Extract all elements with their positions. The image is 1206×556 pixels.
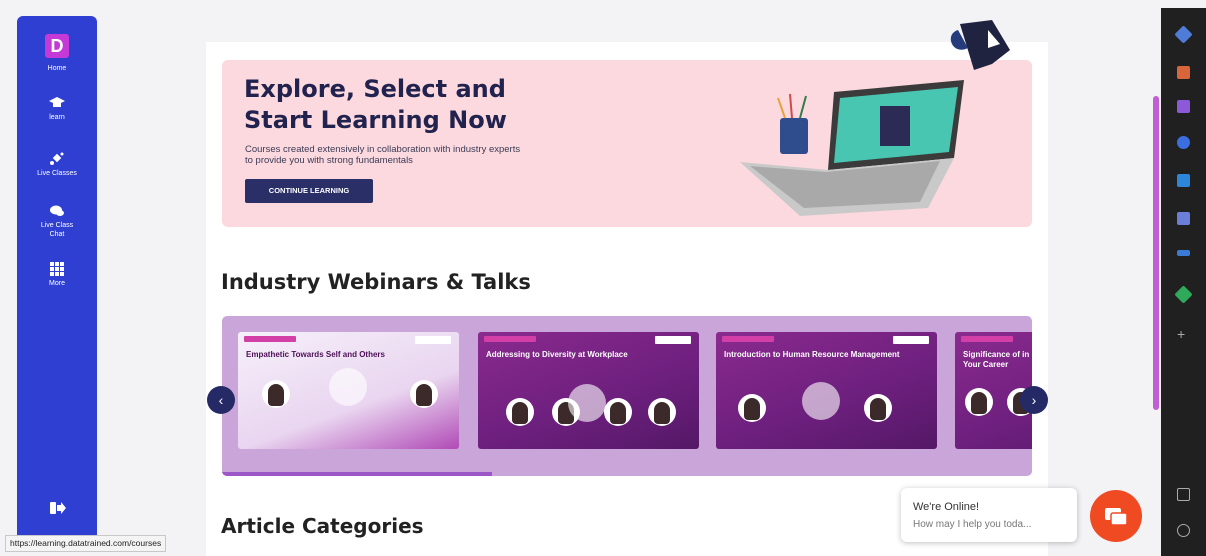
nav-item-label: learn <box>49 114 65 121</box>
play-icon[interactable] <box>329 368 367 406</box>
continue-learning-button[interactable]: CONTINUE LEARNING <box>245 179 373 203</box>
nav-item-more[interactable]: More <box>17 262 97 288</box>
webinar-card-title: Introduction to Human Resource Managemen… <box>724 350 900 359</box>
hero-title: Explore, Select and Start Learning Now <box>244 74 574 136</box>
chat-widget[interactable]: We're Online! How may I help you toda... <box>901 488 1077 542</box>
logout-icon[interactable] <box>50 501 66 515</box>
webinar-card[interactable]: Introduction to Human Resource Managemen… <box>716 332 937 449</box>
webinar-card[interactable]: Significance of in Your Career <box>955 332 1032 449</box>
speaker-avatar <box>648 398 676 426</box>
carousel-next-button[interactable]: › <box>1020 386 1048 414</box>
play-icon[interactable] <box>568 384 606 422</box>
webinar-card-title: Empathetic Towards Self and Others <box>246 350 385 359</box>
send-icon[interactable] <box>1177 250 1190 256</box>
nav-item-label: Live Class Chat <box>40 222 74 238</box>
nav-item-home[interactable]: Home <box>17 64 97 73</box>
hero-title-line1: Explore, Select and <box>244 75 506 103</box>
status-url: https://learning.datatrained.com/courses <box>5 535 167 552</box>
circle-app-icon[interactable] <box>1177 136 1190 149</box>
card-tag <box>244 336 296 342</box>
left-sidebar: D Home learn Live Classes Live Class Cha… <box>17 16 97 546</box>
speaker-avatar <box>965 388 993 416</box>
webinar-card-title: Addressing to Diversity at Workplace <box>486 350 628 359</box>
speaker-avatar <box>410 380 438 408</box>
grid-icon <box>50 262 64 276</box>
nav-item-live-classes[interactable]: Live Classes <box>17 152 97 178</box>
nav-item-label: Live Classes <box>37 170 77 177</box>
carousel-progress <box>222 472 492 476</box>
card-logo <box>415 336 451 344</box>
webinars-section-title: Industry Webinars & Talks <box>221 270 531 294</box>
settings-icon[interactable] <box>1177 524 1190 537</box>
chat-launcher-button[interactable] <box>1090 490 1142 542</box>
card-tag <box>484 336 536 342</box>
nav-item-live-class-chat[interactable]: Live Class Chat <box>17 204 97 239</box>
hero-subtitle-line1: Courses created extensively in collabora… <box>245 144 521 155</box>
articles-section-title: Article Categories <box>221 514 424 538</box>
edit-icon[interactable] <box>1177 212 1190 225</box>
chat-title: We're Online! <box>913 501 980 513</box>
webinar-card-title: Significance of in Your Career <box>963 350 1030 369</box>
play-icon[interactable] <box>802 382 840 420</box>
speaker-avatar <box>506 398 534 426</box>
card-tag <box>961 336 1013 342</box>
nav-item-label: Home <box>47 65 67 72</box>
scrollbar[interactable] <box>1153 96 1159 410</box>
hero-subtitle: Courses created extensively in collabora… <box>245 144 645 166</box>
hero-subtitle-line2: to provide you with strong fundamentals <box>245 155 413 166</box>
panel-icon[interactable] <box>1177 488 1190 501</box>
card-logo <box>655 336 691 344</box>
speaker-avatar <box>738 394 766 422</box>
tree-icon[interactable] <box>1174 285 1193 304</box>
graduation-cap-icon <box>49 97 65 107</box>
outlook-icon[interactable] <box>1177 174 1190 187</box>
nav-item-learn[interactable]: learn <box>17 96 97 122</box>
card-logo <box>893 336 929 344</box>
logo-icon[interactable]: D <box>45 34 69 58</box>
app-root: D Home learn Live Classes Live Class Cha… <box>0 0 1206 556</box>
webinar-card[interactable]: Empathetic Towards Self and Others <box>238 332 459 449</box>
people-icon[interactable] <box>1177 100 1190 113</box>
webinar-card[interactable]: Addressing to Diversity at Workplace <box>478 332 699 449</box>
speaker-avatar <box>262 380 290 408</box>
laptop-illustration <box>740 20 1010 216</box>
briefcase-icon[interactable] <box>1177 66 1190 79</box>
carousel-prev-button[interactable]: ‹ <box>207 386 235 414</box>
speaker-avatar <box>604 398 632 426</box>
chat-subtitle: How may I help you toda... <box>913 519 1032 530</box>
speaker-avatar <box>864 394 892 422</box>
chat-icon <box>1105 508 1128 526</box>
card-tag <box>722 336 774 342</box>
hero-title-line2: Start Learning Now <box>244 106 507 134</box>
browser-sidebar: + <box>1161 8 1206 556</box>
webinar-carousel: Empathetic Towards Self and Others Addre… <box>222 316 1032 476</box>
tag-icon[interactable] <box>1174 25 1193 44</box>
chat-bubbles-icon <box>50 205 64 216</box>
add-icon[interactable]: + <box>1177 326 1185 342</box>
satellite-icon <box>50 152 64 165</box>
nav-item-label: More <box>49 280 65 287</box>
